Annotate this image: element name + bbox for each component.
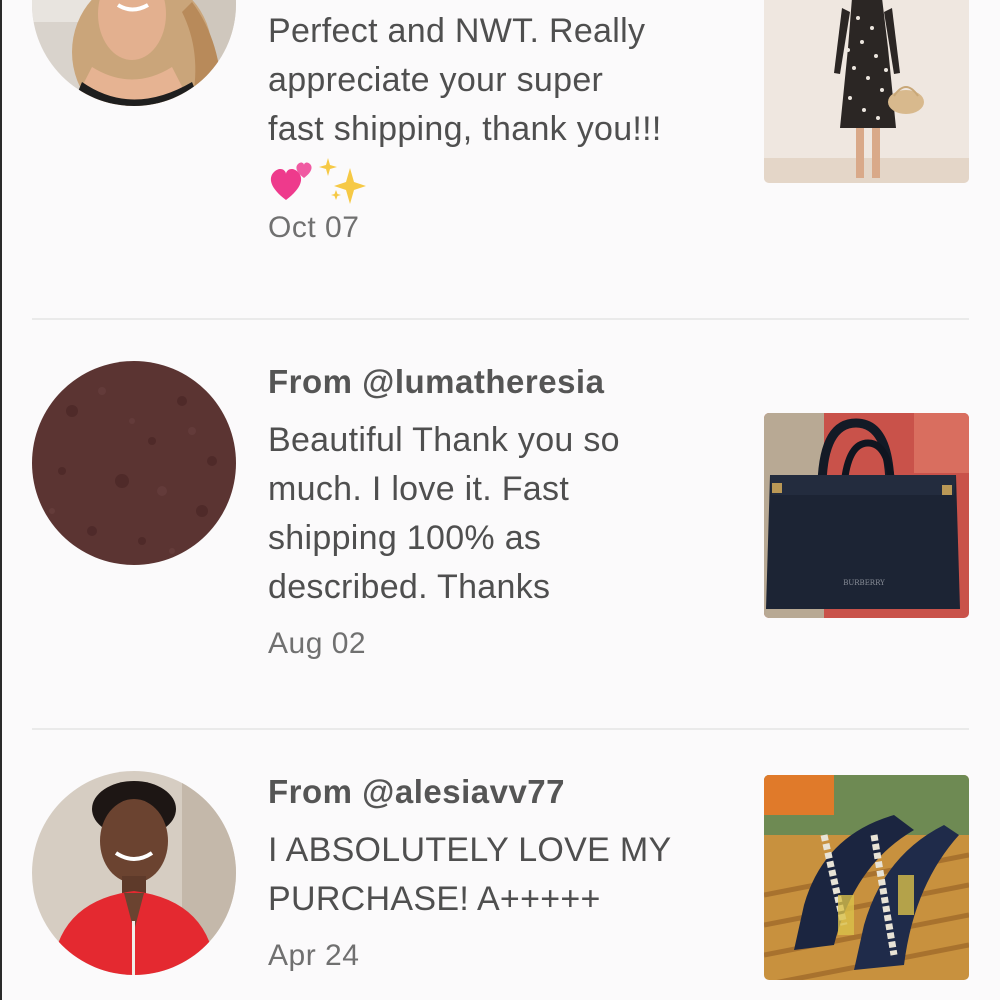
review-text-line: appreciate your super bbox=[268, 61, 604, 99]
reviews-page: Perfect and NWT. Really appreciate your … bbox=[0, 0, 1000, 1000]
dress-photo-icon bbox=[764, 0, 969, 183]
svg-text:BURBERRY: BURBERRY bbox=[843, 579, 885, 587]
review-content: From @alesiavv77 I ABSOLUTELY LOVE MY PU… bbox=[268, 772, 718, 976]
sandals-photo-icon bbox=[764, 775, 969, 980]
product-thumbnail[interactable]: BURBERRY bbox=[764, 413, 969, 618]
tote-bag-photo-icon: BURBERRY bbox=[764, 413, 969, 618]
review-item: From @lumatheresia Beautiful Thank you s… bbox=[0, 320, 1000, 728]
review-text-line: shipping 100% as bbox=[268, 519, 542, 557]
review-text: Beautiful Thank you so much. I love it. … bbox=[268, 416, 718, 612]
review-content: From @lumatheresia Beautiful Thank you s… bbox=[268, 362, 718, 664]
review-text-line: fast shipping, thank you!!! bbox=[268, 110, 662, 148]
review-text-line: I ABSOLUTELY LOVE MY bbox=[268, 831, 672, 869]
review-date: Oct 07 bbox=[268, 211, 360, 244]
emoji-row bbox=[268, 154, 718, 206]
review-author[interactable]: From @lumatheresia bbox=[268, 362, 718, 402]
product-thumbnail[interactable] bbox=[764, 775, 969, 980]
review-text-line: much. I love it. Fast bbox=[268, 470, 570, 508]
review-date: Aug 02 bbox=[268, 627, 367, 660]
avatar-texture-icon bbox=[32, 361, 236, 565]
review-text-line: PURCHASE! A+++++ bbox=[268, 880, 601, 918]
product-thumbnail[interactable] bbox=[764, 0, 969, 183]
avatar-photo-icon bbox=[32, 771, 236, 975]
avatar[interactable] bbox=[32, 0, 236, 106]
review-text-line: Beautiful Thank you so bbox=[268, 421, 620, 459]
review-author[interactable]: From @alesiavv77 bbox=[268, 772, 718, 812]
review-text-line: described. Thanks bbox=[268, 568, 551, 606]
review-item: From @alesiavv77 I ABSOLUTELY LOVE MY PU… bbox=[0, 730, 1000, 1000]
two-hearts-sparkles-icon bbox=[270, 158, 366, 204]
review-item: Perfect and NWT. Really appreciate your … bbox=[0, 0, 1000, 318]
review-text: Perfect and NWT. Really appreciate your … bbox=[268, 7, 718, 154]
avatar-photo-icon bbox=[32, 0, 236, 106]
review-text-line: Perfect and NWT. Really bbox=[268, 12, 646, 50]
review-content: Perfect and NWT. Really appreciate your … bbox=[268, 7, 718, 248]
review-date: Apr 24 bbox=[268, 939, 360, 972]
avatar[interactable] bbox=[32, 361, 236, 565]
avatar[interactable] bbox=[32, 771, 236, 975]
review-text: I ABSOLUTELY LOVE MY PURCHASE! A+++++ bbox=[268, 826, 718, 924]
